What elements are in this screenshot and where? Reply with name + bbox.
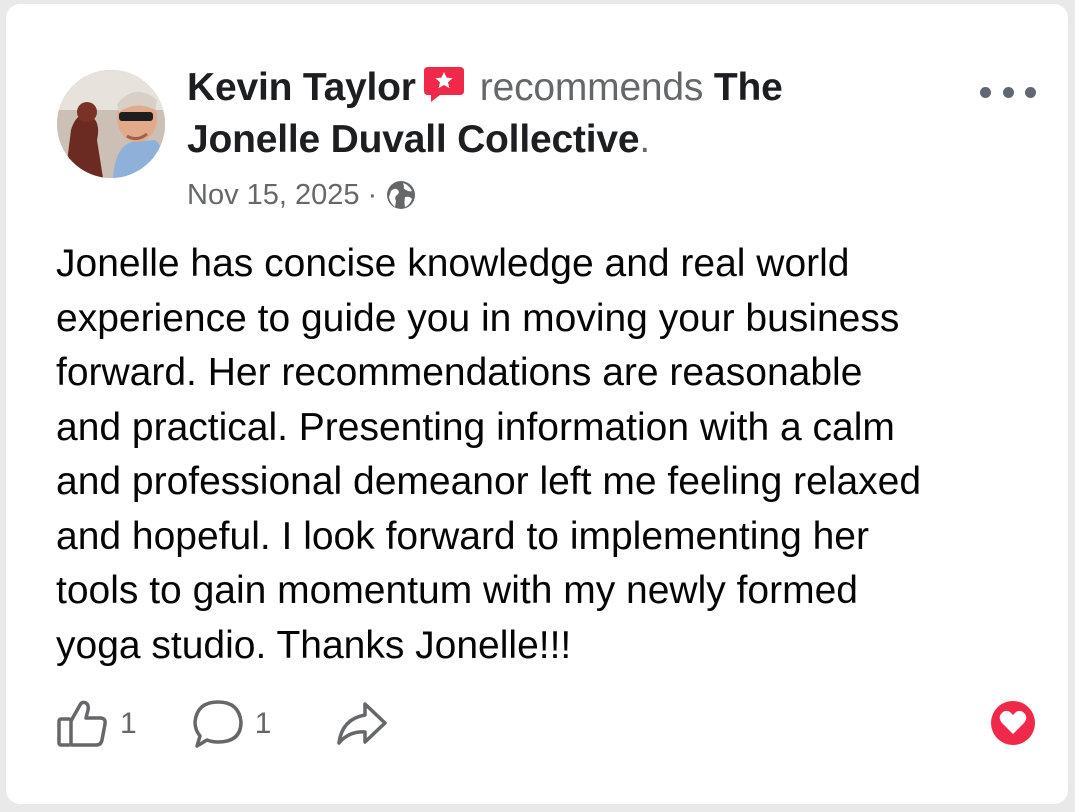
more-options-icon[interactable] [980,76,1036,108]
like-count: 1 [120,707,137,740]
post-date[interactable]: Nov 15, 2025 [187,175,360,215]
header-period: . [639,118,650,161]
action-bar: 1 1 [56,696,389,752]
recommendation-badge-icon [423,67,464,102]
share-button[interactable] [335,699,389,749]
recommendation-card: Kevin Taylor recommends The Jonelle Duva… [6,4,1068,804]
more-dot [980,86,991,98]
post-header: Kevin Taylor recommends The Jonelle Duva… [187,62,887,166]
comment-button[interactable]: 1 [191,698,272,750]
author-name[interactable]: Kevin Taylor [187,66,416,109]
post-meta: Nov 15, 2025 · [187,175,417,215]
post-body: Jonelle has concise knowledge and real w… [56,242,922,667]
comment-icon [192,700,243,748]
avatar-photo [57,70,165,178]
comment-count: 1 [254,707,272,740]
heart-icon[interactable] [990,700,1036,746]
more-dot [1002,86,1014,98]
globe-icon[interactable] [385,179,417,211]
share-icon [337,702,388,745]
like-button[interactable]: 1 [56,699,137,749]
recommends-label: recommends [479,66,704,109]
avatar[interactable] [57,70,165,178]
more-dot [1025,86,1036,98]
thumbs-up-icon [57,700,107,747]
meta-separator: · [367,179,378,211]
